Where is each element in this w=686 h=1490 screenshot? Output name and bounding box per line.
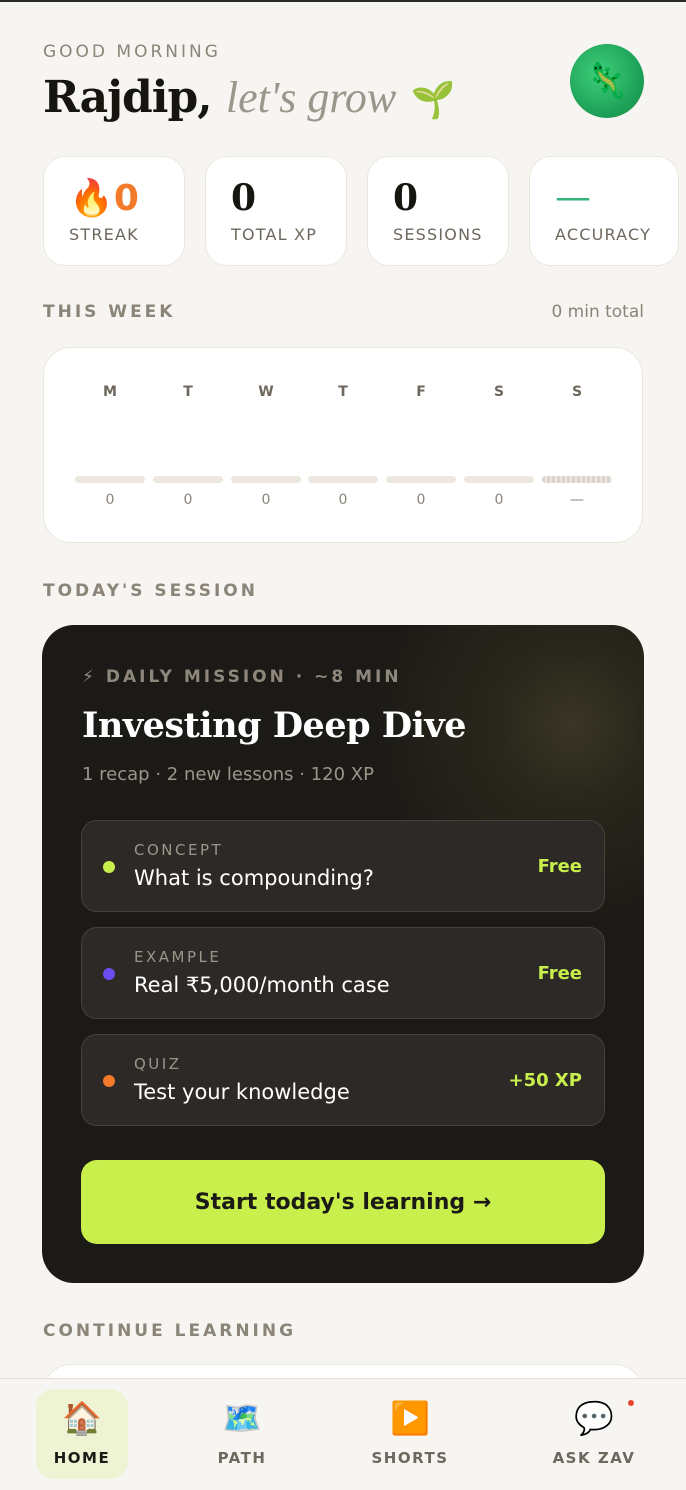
lesson-name: Real ₹5,000/month case (134, 973, 390, 997)
tagline: let's grow (225, 73, 397, 122)
total-xp-label: TOTAL XP (231, 225, 318, 244)
day-label: S (493, 384, 505, 400)
fire-icon: 🔥 (69, 178, 114, 219)
greeting-label: GOOD MORNING (43, 42, 221, 62)
lesson-name: Test your knowledge (134, 1080, 350, 1104)
lesson-dot (103, 968, 115, 980)
lesson-tag: Free (537, 856, 582, 877)
mission-label: ⚡ DAILY MISSION · ~8 MIN (82, 667, 402, 687)
day-label: S (571, 384, 583, 400)
day-bar (308, 476, 378, 483)
tab-label: SHORTS (371, 1449, 449, 1467)
lesson-kind: CONCEPT (134, 841, 224, 859)
day-value: 0 (183, 492, 193, 508)
start-learning-button[interactable]: Start today's learning → (81, 1160, 605, 1244)
day-bar (542, 476, 612, 483)
play-icon: ▶️ (390, 1399, 430, 1437)
lesson-dot (103, 861, 115, 873)
session-title: Investing Deep Dive (82, 705, 467, 746)
day-label: T (183, 384, 193, 400)
lesson-name: What is compounding? (134, 866, 374, 890)
accuracy-card[interactable]: — ACCURACY (529, 156, 679, 266)
streak-value: 🔥0 (69, 178, 139, 219)
lesson-item[interactable]: CONCEPT What is compounding? Free (81, 820, 605, 912)
day-bar (231, 476, 301, 483)
map-icon: 🗺️ (222, 1399, 262, 1437)
week-total: 0 min total (551, 302, 644, 322)
tab-path[interactable]: 🗺️ PATH (196, 1389, 288, 1479)
day-bar (75, 476, 145, 483)
day-label: T (338, 384, 348, 400)
lesson-item[interactable]: EXAMPLE Real ₹5,000/month case Free (81, 927, 605, 1019)
lesson-kind: QUIZ (134, 1055, 182, 1073)
session-meta: 1 recap · 2 new lessons · 120 XP (82, 764, 374, 785)
day-bar (464, 476, 534, 483)
tab-shorts[interactable]: ▶️ SHORTS (360, 1389, 460, 1479)
user-name: Rajdip, (43, 72, 213, 123)
bottom-tab-bar: 🏠 HOME 🗺️ PATH ▶️ SHORTS 💬 ASK ZAV (0, 1378, 686, 1490)
accuracy-label: ACCURACY (555, 225, 652, 244)
day-label: M (103, 384, 117, 400)
streak-card[interactable]: 🔥0 STREAK (43, 156, 185, 266)
streak-label: STREAK (69, 225, 139, 244)
week-chart: M 0 T 0 W 0 T 0 F 0 S 0 S — (43, 347, 643, 543)
day-value: — (570, 492, 584, 508)
home-icon: 🏠 (62, 1399, 102, 1437)
total-xp-value: 0 (231, 177, 257, 219)
sessions-value: 0 (393, 177, 419, 219)
day-label: W (258, 384, 274, 400)
day-value: 0 (261, 492, 271, 508)
continue-learning-label: CONTINUE LEARNING (43, 1321, 297, 1341)
tab-label: PATH (217, 1449, 267, 1467)
lizard-icon: 🦎 (585, 61, 629, 101)
sessions-label: SESSIONS (393, 225, 483, 244)
avatar[interactable]: 🦎 (570, 44, 644, 118)
day-bar (153, 476, 223, 483)
day-bar (386, 476, 456, 483)
total-xp-card[interactable]: 0 TOTAL XP (205, 156, 347, 266)
notification-dot (628, 1400, 634, 1406)
sprout-icon: 🌱 (410, 79, 456, 121)
daily-mission-card: ⚡ DAILY MISSION · ~8 MIN Investing Deep … (42, 625, 644, 1283)
page-title: Rajdip, let's grow 🌱 (43, 72, 456, 123)
tab-home[interactable]: 🏠 HOME (36, 1389, 128, 1479)
lesson-tag: Free (537, 963, 582, 984)
lesson-tag: +50 XP (508, 1070, 582, 1091)
lesson-item[interactable]: QUIZ Test your knowledge +50 XP (81, 1034, 605, 1126)
tab-label: HOME (53, 1449, 111, 1467)
todays-session-label: TODAY'S SESSION (43, 581, 258, 601)
day-value: 0 (338, 492, 348, 508)
day-label: F (416, 384, 426, 400)
this-week-label: THIS WEEK (43, 302, 176, 322)
lesson-kind: EXAMPLE (134, 948, 222, 966)
day-value: 0 (494, 492, 504, 508)
lesson-dot (103, 1075, 115, 1087)
day-value: 0 (105, 492, 115, 508)
sessions-card[interactable]: 0 SESSIONS (367, 156, 509, 266)
tab-label: ASK ZAV (552, 1449, 636, 1467)
day-value: 0 (416, 492, 426, 508)
accuracy-value: — (555, 177, 591, 218)
